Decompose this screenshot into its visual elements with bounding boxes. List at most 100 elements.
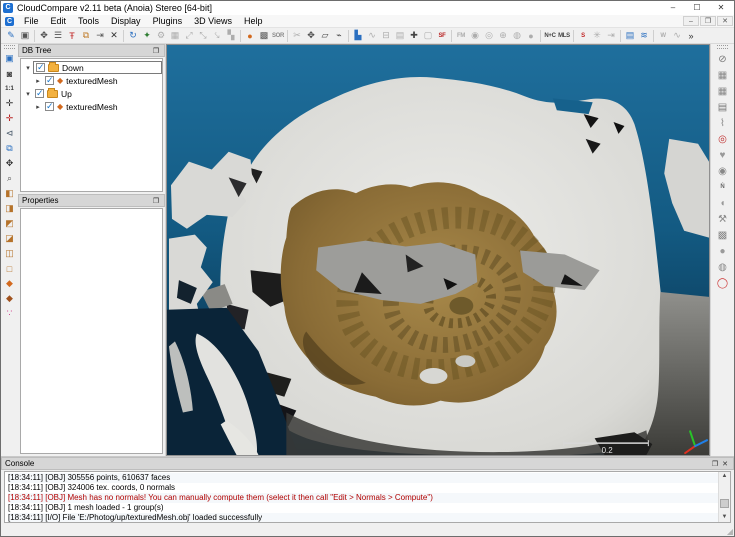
view-front-icon[interactable]: ◧ [2, 186, 18, 201]
viewpoint-icon[interactable]: ⊕ [496, 29, 510, 43]
histogram-icon[interactable]: ▙ [351, 29, 365, 43]
scroll-up-icon[interactable]: ▲ [722, 472, 728, 481]
display-options-icon[interactable]: ▣ [2, 51, 18, 66]
scatter-plot-3-icon[interactable]: ⤥ [210, 29, 224, 43]
view-bottom-icon[interactable]: □ [2, 261, 18, 276]
tree-node-textured-mesh[interactable]: ▸ ◆ texturedMesh [23, 100, 162, 113]
toolbar-grip[interactable] [4, 45, 15, 49]
zoom-fit-icon[interactable]: ✛ [2, 96, 18, 111]
mdi-minimize-button[interactable]: – [683, 16, 699, 26]
view-iso1-icon[interactable]: ◆ [2, 276, 18, 291]
normals-plugin-icon[interactable]: Ṅ [713, 179, 733, 195]
open-icon[interactable]: ✎ [4, 29, 18, 43]
view-right-icon[interactable]: ◪ [2, 231, 18, 246]
expand-arrow-icon[interactable]: ▾ [23, 64, 33, 72]
collapse-arrow-icon[interactable]: ▸ [33, 77, 43, 85]
globe-icon[interactable]: ◍ [510, 29, 524, 43]
menu-item[interactable]: Help [238, 15, 269, 28]
camera-settings-icon[interactable]: ◙ [2, 66, 18, 81]
tree-node-textured-mesh[interactable]: ▸ ◆ texturedMesh [23, 74, 162, 87]
scroll-down-icon[interactable]: ▼ [722, 513, 728, 522]
sf-tools-icon[interactable]: SF [435, 29, 449, 43]
camera-sensor-icon[interactable]: ◎ [482, 29, 496, 43]
mdi-restore-button[interactable]: ❐ [700, 16, 716, 26]
tree-node-up[interactable]: ▾ Up [23, 87, 162, 100]
normals-compute-icon[interactable]: N+C [543, 29, 557, 43]
mdi-close-button[interactable]: ✕ [717, 16, 733, 26]
interactive-segment-icon[interactable]: ✂ [290, 29, 304, 43]
bounding-box-icon[interactable]: ▢ [421, 29, 435, 43]
sor-filter-icon[interactable]: SOR [271, 29, 285, 43]
cloud-layers-icon[interactable]: ≋ [637, 29, 651, 43]
sphere-plugin-icon[interactable]: ● [713, 243, 733, 259]
scatter-plot-2-icon[interactable]: ⤡ [196, 29, 210, 43]
console-scrollbar[interactable]: ▲ ▼ [718, 472, 730, 522]
clone-icon[interactable]: ⧉ [79, 29, 93, 43]
image-2-plugin-icon[interactable]: ▦ [713, 83, 733, 99]
console-close-button[interactable]: ✕ [720, 460, 730, 468]
heart-plugin-icon[interactable]: ♥ [713, 147, 733, 163]
qalign-icon[interactable]: ▤ [623, 29, 637, 43]
ellipse-plugin-icon[interactable]: ◯ [713, 275, 733, 291]
view-left-icon[interactable]: ◩ [2, 216, 18, 231]
badge-plugin-icon[interactable]: ◉ [713, 163, 733, 179]
waveform-icon[interactable]: W [656, 29, 670, 43]
photo-plugin-icon[interactable]: ▩ [713, 227, 733, 243]
toolbar-overflow-chevron[interactable]: » [684, 29, 698, 43]
delete-icon[interactable]: ✕ [107, 29, 121, 43]
pan-icon[interactable]: ✥ [2, 156, 18, 171]
zoom-global-icon[interactable]: ✥ [37, 29, 51, 43]
point-list-picking-icon[interactable]: ⚙ [154, 29, 168, 43]
sensor-icon[interactable]: ◉ [468, 29, 482, 43]
set-view-icon[interactable]: ⊲ [2, 126, 18, 141]
checkbox[interactable] [45, 76, 54, 85]
menu-item[interactable]: Plugins [147, 15, 189, 28]
fit-plane-icon[interactable]: ▱ [318, 29, 332, 43]
render-layers-icon[interactable]: ⧉ [2, 141, 18, 156]
3d-viewport[interactable]: 0.2 [166, 44, 710, 456]
subsample-icon[interactable]: ▩ [257, 29, 271, 43]
tools-plugin-icon[interactable]: ⚒ [713, 211, 733, 227]
save-icon[interactable]: ▣ [18, 29, 32, 43]
close-button[interactable]: ✕ [710, 2, 732, 14]
properties-float-button[interactable]: ❐ [151, 197, 161, 205]
checkbox[interactable] [36, 63, 45, 72]
trace-polyline-icon[interactable]: ⌁ [332, 29, 346, 43]
animation-plugin-icon[interactable]: ▤ [713, 99, 733, 115]
db-tree-float-button[interactable]: ❐ [151, 47, 161, 55]
expand-arrow-icon[interactable]: ▾ [23, 90, 33, 98]
resize-grip[interactable]: ◢ [727, 528, 733, 536]
merge-icon[interactable]: ⇥ [93, 29, 107, 43]
view-top-icon[interactable]: ◫ [2, 246, 18, 261]
apply-transformation-icon[interactable]: Ŧ [65, 29, 79, 43]
brush-plugin-icon[interactable]: ⌇ [713, 115, 733, 131]
contour-icon[interactable]: ▤ [393, 29, 407, 43]
menu-item[interactable]: Display [105, 15, 147, 28]
zoom-icon[interactable]: ⌕ [2, 171, 18, 186]
checkbox[interactable] [45, 102, 54, 111]
point-picking-icon[interactable]: ✦ [140, 29, 154, 43]
render-to-file-icon[interactable]: ▦ [168, 29, 182, 43]
camera-params-icon[interactable]: ▚ [224, 29, 238, 43]
export-plugin-icon[interactable]: ⇥ [604, 29, 618, 43]
menu-item[interactable]: Tools [72, 15, 105, 28]
fm-plugin-icon[interactable]: FM [454, 29, 468, 43]
view-iso2-icon[interactable]: ◆ [2, 291, 18, 306]
mls-smoothing-icon[interactable]: MLS [557, 29, 571, 43]
toolbar-grip[interactable] [717, 45, 728, 49]
menu-item[interactable]: 3D Views [188, 15, 238, 28]
tree-node-down[interactable]: ▾ Down [23, 61, 162, 74]
compass-plugin-icon[interactable]: ◎ [713, 131, 733, 147]
star-plugin-icon[interactable]: ✳ [590, 29, 604, 43]
translate-rotate-icon[interactable]: ✥ [304, 29, 318, 43]
main-properties-icon[interactable]: ☰ [51, 29, 65, 43]
scroll-thumb[interactable] [720, 499, 729, 509]
stereo-mode-icon[interactable]: ∵ [2, 306, 18, 321]
db-tree-header[interactable]: DB Tree ❐ [18, 44, 165, 57]
menu-item[interactable]: File [18, 15, 45, 28]
no-entry-plugin-icon[interactable]: ⊘ [713, 51, 733, 67]
minimize-button[interactable]: – [662, 2, 684, 14]
image-plugin-icon[interactable]: ▦ [713, 67, 733, 83]
pivot-center-icon[interactable]: ✛ [2, 111, 18, 126]
refresh-icon[interactable]: ↻ [126, 29, 140, 43]
